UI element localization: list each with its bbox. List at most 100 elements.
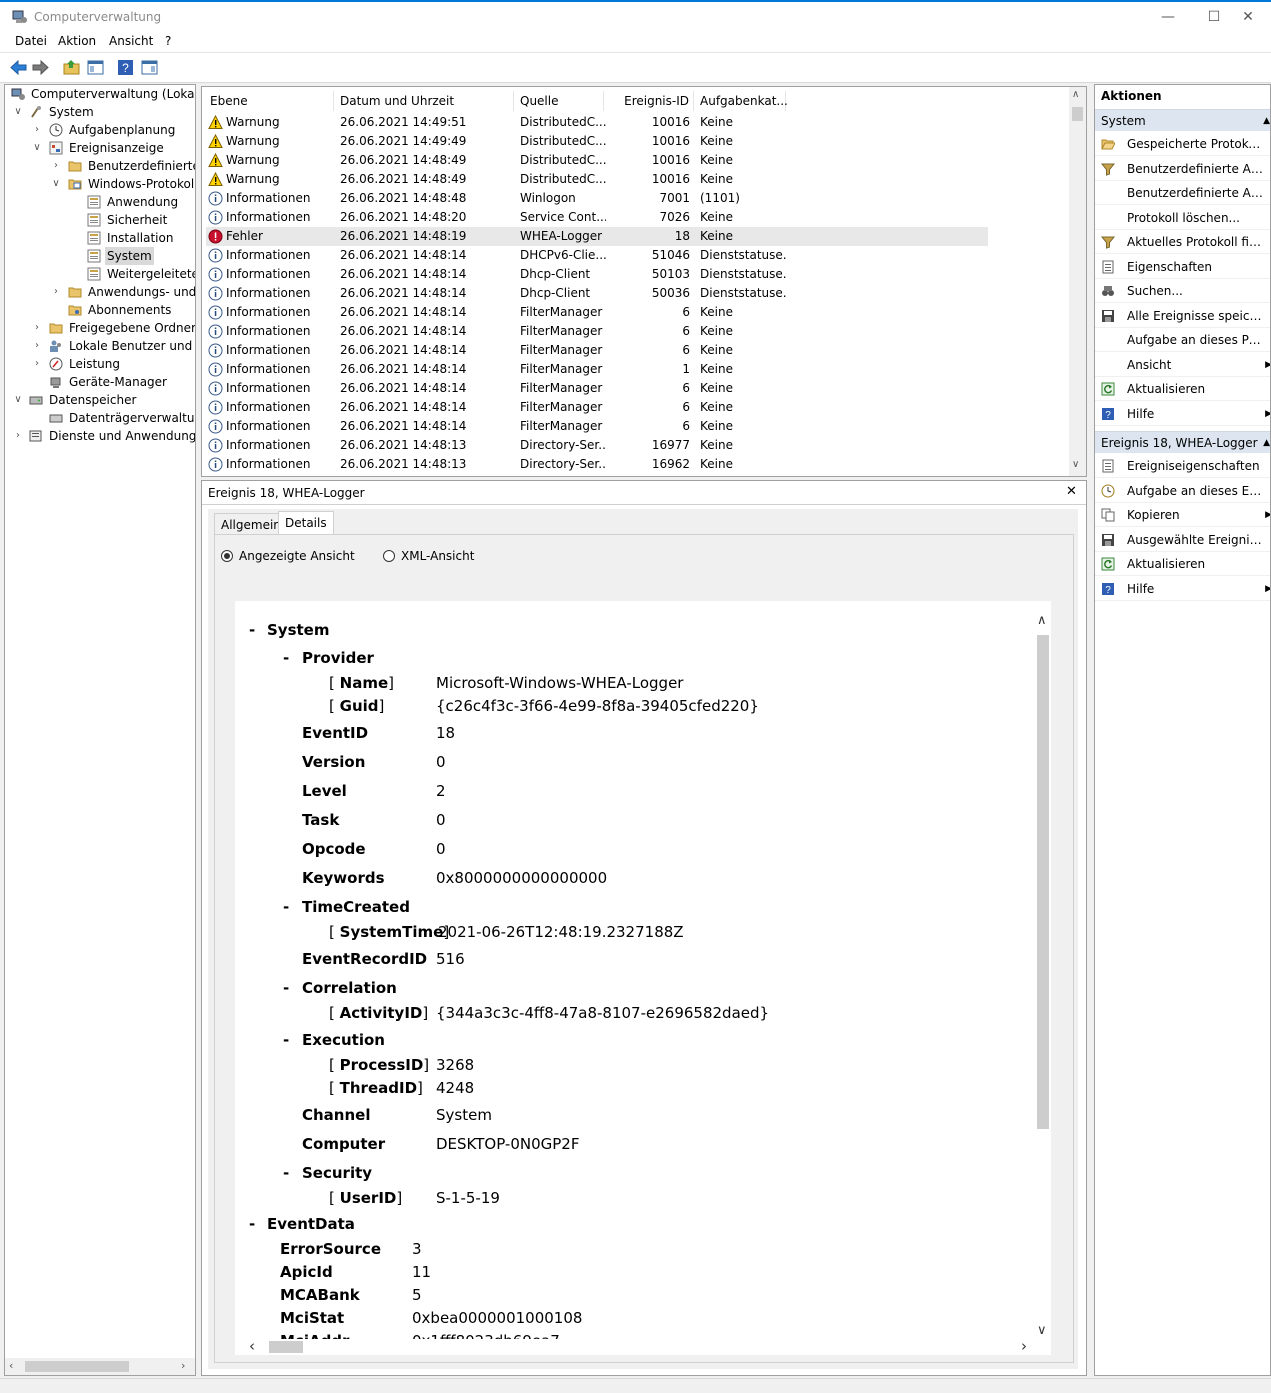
scroll-down-icon[interactable]: ∨	[1037, 1323, 1047, 1338]
section-collapse-icon[interactable]: ▲	[1263, 432, 1270, 454]
action-item[interactable]: Aufgabe an dieses Prot...	[1095, 328, 1270, 352]
event-row[interactable]: Warnung 26.06.2021 14:49:51 DistributedC..…	[206, 113, 988, 132]
action-item[interactable]: ? Hilfe ▶	[1095, 402, 1270, 426]
expand-chevron-icon[interactable]: ›	[32, 121, 42, 139]
up-folder-icon[interactable]	[62, 58, 81, 77]
detail-vertical-scrollbar[interactable]: ∧ ∨	[1035, 601, 1051, 1355]
event-date: 26.06.2021 14:48:49	[340, 172, 467, 186]
scroll-left-icon[interactable]: ‹	[9, 1359, 13, 1372]
action-item[interactable]: Protokoll löschen...	[1095, 206, 1270, 230]
column-header-task-category[interactable]: Aufgabenkat...	[694, 91, 788, 111]
event-row[interactable]: Fehler 26.06.2021 14:48:19 WHEA-Logger 18 Ke…	[206, 227, 988, 246]
action-item[interactable]: Ereigniseigenschaften	[1095, 454, 1270, 478]
menu-help[interactable]: ?	[165, 34, 171, 48]
section-collapse-icon[interactable]: ▲	[1263, 110, 1270, 132]
action-item[interactable]: Benutzerdefinierte Ansi...	[1095, 157, 1270, 181]
event-row[interactable]: Informationen 26.06.2021 14:48:14 FilterMa…	[206, 417, 988, 436]
action-item[interactable]: ? Hilfe ▶	[1095, 577, 1270, 601]
scroll-thumb[interactable]	[269, 1341, 303, 1353]
collapse-toggle[interactable]: -	[283, 649, 289, 667]
tab-general[interactable]: Allgemein	[214, 513, 288, 535]
action-item[interactable]: Aufgabe an dieses Erei...	[1095, 479, 1270, 503]
event-row[interactable]: Warnung 26.06.2021 14:49:49 DistributedC..…	[206, 132, 988, 151]
action-item[interactable]: Kopieren ▶	[1095, 503, 1270, 527]
event-row[interactable]: Informationen 26.06.2021 14:48:14 Dhcp-Cli…	[206, 284, 988, 303]
action-label: Aufgabe an dieses Erei...	[1127, 483, 1263, 498]
back-arrow-icon[interactable]	[9, 58, 28, 77]
expand-chevron-icon[interactable]: ›	[13, 427, 23, 445]
scroll-up-icon[interactable]: ∧	[1037, 613, 1047, 628]
event-row[interactable]: Informationen 26.06.2021 14:48:48 Winlogon…	[206, 189, 988, 208]
event-row[interactable]: Informationen 26.06.2021 14:48:20 Service …	[206, 208, 988, 227]
collapse-toggle[interactable]: -	[283, 1164, 289, 1182]
collapse-chevron-icon[interactable]: ∨	[32, 139, 42, 157]
event-row[interactable]: Warnung 26.06.2021 14:48:49 DistributedC..…	[206, 170, 988, 189]
event-row[interactable]: Informationen 26.06.2021 14:48:13 Director…	[206, 455, 988, 474]
event-row[interactable]: Informationen 26.06.2021 14:48:14 Dhcp-Cli…	[206, 265, 988, 284]
column-header-date[interactable]: Datum und Uhrzeit	[334, 91, 514, 111]
actions-section-event[interactable]: Ereignis 18, WHEA-Logger ▲	[1095, 431, 1270, 454]
scroll-right-icon[interactable]: ›	[181, 1359, 185, 1372]
minimize-button[interactable]: —	[1145, 4, 1191, 32]
action-item[interactable]: Aktualisieren	[1095, 552, 1270, 576]
menu-file[interactable]: Datei	[15, 34, 47, 48]
scroll-right-icon[interactable]: ›	[1021, 1337, 1027, 1355]
event-row[interactable]: Informationen 26.06.2021 14:48:14 FilterMa…	[206, 303, 988, 322]
action-item[interactable]: Benutzerdefinierte Ansi...	[1095, 181, 1270, 205]
scroll-left-icon[interactable]: ‹	[249, 1337, 255, 1355]
help-icon[interactable]: ?	[116, 58, 135, 77]
event-list-vertical-scrollbar[interactable]: ∧ ∨	[1069, 87, 1086, 476]
actions-section-system[interactable]: System ▲	[1095, 109, 1270, 132]
action-item[interactable]: Suchen...	[1095, 279, 1270, 303]
collapse-toggle[interactable]: -	[283, 979, 289, 997]
tree-horizontal-scrollbar[interactable]: ‹ ›	[5, 1358, 195, 1375]
action-item[interactable]: Aktuelles Protokoll filte...	[1095, 230, 1270, 254]
scroll-thumb[interactable]	[1037, 635, 1049, 1129]
menu-action[interactable]: Aktion	[58, 34, 96, 48]
collapse-chevron-icon[interactable]: ∨	[51, 175, 61, 193]
column-header-source[interactable]: Quelle	[514, 91, 604, 111]
action-item[interactable]: Ausgewählte Ereignisse...	[1095, 528, 1270, 552]
scroll-thumb[interactable]	[25, 1361, 129, 1372]
action-item[interactable]: Gespeicherte Protokoll...	[1095, 132, 1270, 156]
column-header-event-id[interactable]: Ereignis-ID	[604, 91, 694, 111]
collapse-toggle[interactable]: -	[249, 1215, 255, 1233]
column-header-level[interactable]: Ebene	[204, 91, 334, 111]
radio-xml-view[interactable]: XML-Ansicht	[383, 549, 474, 563]
event-row[interactable]: Informationen 26.06.2021 14:48:14 FilterMa…	[206, 341, 988, 360]
event-row[interactable]: Informationen 26.06.2021 14:48:13 Director…	[206, 436, 988, 455]
action-item[interactable]: Eigenschaften	[1095, 255, 1270, 279]
event-row[interactable]: Warnung 26.06.2021 14:48:49 DistributedC..…	[206, 151, 988, 170]
event-row[interactable]: Informationen 26.06.2021 14:48:14 FilterMa…	[206, 398, 988, 417]
expand-chevron-icon[interactable]: ›	[32, 319, 42, 337]
action-item[interactable]: Aktualisieren	[1095, 377, 1270, 401]
event-row[interactable]: Informationen 26.06.2021 14:48:14 FilterMa…	[206, 379, 988, 398]
detail-horizontal-scrollbar[interactable]: ‹ ›	[235, 1337, 1051, 1355]
forward-arrow-icon[interactable]	[31, 58, 50, 77]
tab-details[interactable]: Details	[278, 511, 334, 535]
collapse-chevron-icon[interactable]: ∨	[13, 391, 23, 409]
collapse-toggle[interactable]: -	[249, 621, 255, 639]
event-row[interactable]: Informationen 26.06.2021 14:48:14 FilterMa…	[206, 322, 988, 341]
show-hide-action-pane-icon[interactable]	[140, 58, 159, 77]
scroll-thumb[interactable]	[1072, 107, 1083, 121]
menu-view[interactable]: Ansicht	[109, 34, 153, 48]
action-item[interactable]: Alle Ereignisse speicher...	[1095, 304, 1270, 328]
expand-chevron-icon[interactable]: ›	[51, 157, 61, 175]
radio-friendly-view[interactable]: Angezeigte Ansicht	[221, 549, 355, 563]
show-hide-tree-icon[interactable]	[86, 58, 105, 77]
collapse-toggle[interactable]: -	[283, 898, 289, 916]
scroll-down-icon[interactable]: ∨	[1072, 459, 1079, 470]
close-detail-icon[interactable]: ✕	[1066, 484, 1077, 499]
expand-chevron-icon[interactable]: ›	[32, 355, 42, 373]
collapse-toggle[interactable]: -	[283, 1031, 289, 1049]
expand-chevron-icon[interactable]: ›	[32, 337, 42, 355]
collapse-chevron-icon[interactable]: ∨	[13, 103, 23, 121]
event-row[interactable]: Informationen 26.06.2021 14:48:14 FilterMa…	[206, 360, 988, 379]
scroll-up-icon[interactable]: ∧	[1072, 89, 1079, 100]
close-button[interactable]: ✕	[1225, 4, 1271, 32]
action-item[interactable]: Ansicht ▶	[1095, 353, 1270, 377]
details-tab-content: Angezeigte Ansicht XML-Ansicht - System …	[214, 534, 1074, 1363]
expand-chevron-icon[interactable]: ›	[51, 283, 61, 301]
event-row[interactable]: Informationen 26.06.2021 14:48:14 DHCPv6-C…	[206, 246, 988, 265]
